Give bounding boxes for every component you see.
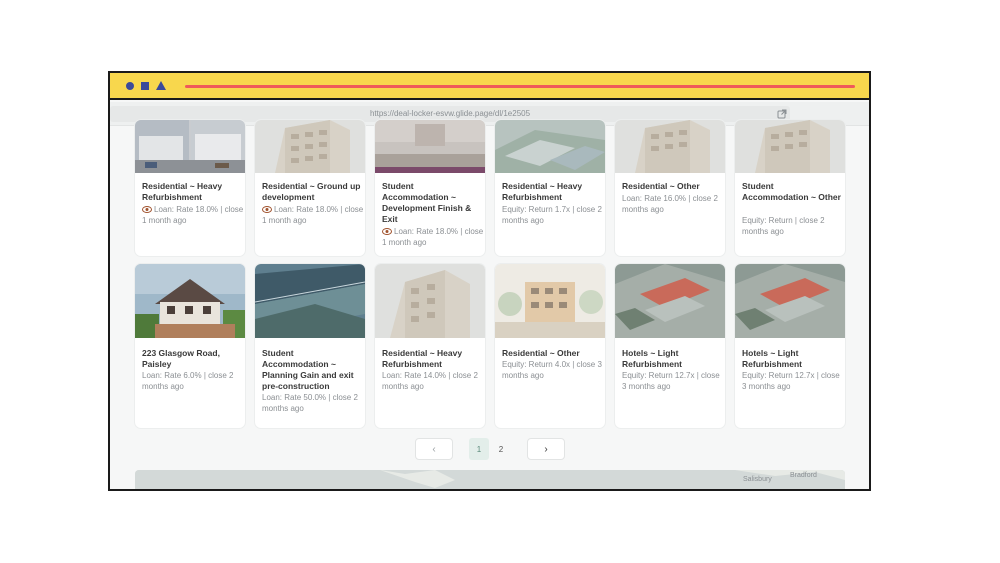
thumbnail-image — [615, 264, 725, 338]
map-image — [135, 470, 845, 489]
next-page-button[interactable]: › — [527, 438, 565, 460]
page-1-button[interactable]: 1 — [469, 438, 489, 460]
thumbnail-image — [375, 120, 485, 173]
thumbnail-image — [255, 120, 365, 173]
card-title: Residential ~ Ground up development — [262, 181, 361, 202]
prev-page-button[interactable]: ‹ — [415, 438, 453, 460]
window-titlebar — [110, 73, 869, 100]
card-title: Residential ~ Heavy Refurbishment — [502, 181, 583, 202]
deal-card[interactable]: Residential ~ Other Equity: Return 4.0x … — [495, 264, 605, 428]
open-external-icon[interactable] — [776, 108, 788, 120]
square-icon — [141, 82, 149, 90]
triangle-icon — [156, 81, 166, 90]
browser-window: https://deal-locker-esvw.glide.page/dl/1… — [108, 71, 871, 491]
deal-card[interactable]: Residential ~ Ground up development Loan… — [255, 120, 365, 256]
circle-icon — [126, 82, 134, 90]
card-meta-text: Loan: Rate 18.0% | close 1 month ago — [382, 227, 484, 247]
deal-grid: Residential ~ Heavy Refurbishment Loan: … — [110, 120, 869, 489]
eye-icon — [262, 206, 272, 213]
card-meta: Loan: Rate 16.0% | close 2 months ago — [622, 194, 718, 214]
deal-card[interactable]: Residential ~ Heavy Refurbishment Equity… — [495, 120, 605, 256]
thumbnail-image — [495, 120, 605, 173]
card-meta: Equity: Return 12.7x | close 3 months ag… — [622, 371, 720, 391]
deal-card[interactable]: 223 Glasgow Road, Paisley Loan: Rate 6.0… — [135, 264, 245, 428]
decorative-bar — [185, 85, 855, 88]
eye-icon — [142, 206, 152, 213]
card-meta: Equity: Return | close 2 months ago — [742, 216, 825, 236]
thumbnail-image — [375, 264, 485, 338]
card-meta: Equity: Return 12.7x | close 3 months ag… — [742, 371, 840, 391]
deal-card[interactable]: Residential ~ Other Loan: Rate 16.0% | c… — [615, 120, 725, 256]
card-title: Residential ~ Heavy Refurbishment — [382, 348, 463, 369]
deal-card[interactable]: Student Accommodation ~ Development Fini… — [375, 120, 485, 256]
map-label: Bradford — [790, 472, 817, 479]
card-title: Hotels ~ Light Refurbishment — [622, 348, 682, 369]
deal-card[interactable]: Student Accommodation ~ Other Equity: Re… — [735, 120, 845, 256]
thumbnail-image — [135, 120, 245, 173]
thumbnail-image — [735, 120, 845, 173]
card-title: 223 Glasgow Road, Paisley — [142, 348, 220, 369]
card-meta-text: Loan: Rate 18.0% | close 1 month ago — [262, 205, 364, 225]
deal-card[interactable]: Hotels ~ Light Refurbishment Equity: Ret… — [735, 264, 845, 428]
card-meta: Loan: Rate 14.0% | close 2 months ago — [382, 371, 478, 391]
thumbnail-image — [255, 264, 365, 338]
deal-card[interactable]: Residential ~ Heavy Refurbishment Loan: … — [135, 120, 245, 256]
deal-card[interactable]: Student Accommodation ~ Planning Gain an… — [255, 264, 365, 428]
card-title: Residential ~ Heavy Refurbishment — [142, 181, 223, 202]
deal-card[interactable]: Hotels ~ Light Refurbishment Equity: Ret… — [615, 264, 725, 428]
card-title: Student Accommodation ~ Other — [742, 181, 841, 202]
card-meta: Loan: Rate 18.0% | close 1 month ago — [382, 226, 484, 248]
card-title: Student Accommodation ~ Planning Gain an… — [262, 348, 354, 391]
card-meta: Loan: Rate 50.0% | close 2 months ago — [262, 393, 358, 413]
card-meta: Loan: Rate 18.0% | close 1 month ago — [142, 204, 244, 226]
card-meta: Loan: Rate 18.0% | close 1 month ago — [262, 204, 364, 226]
card-meta: Loan: Rate 6.0% | close 2 months ago — [142, 371, 234, 391]
card-title: Residential ~ Other — [502, 348, 580, 358]
eye-icon — [382, 228, 392, 235]
card-meta-text: Loan: Rate 18.0% | close 1 month ago — [142, 205, 244, 225]
deal-card[interactable]: Residential ~ Heavy Refurbishment Loan: … — [375, 264, 485, 428]
card-title: Student Accommodation ~ Development Fini… — [382, 181, 472, 224]
thumbnail-image — [135, 264, 245, 338]
url-text[interactable]: https://deal-locker-esvw.glide.page/dl/1… — [110, 109, 790, 118]
thumbnail-image — [735, 264, 845, 338]
card-meta: Equity: Return 4.0x | close 3 months ago — [502, 360, 602, 380]
card-title: Hotels ~ Light Refurbishment — [742, 348, 802, 369]
map-label: Salisbury — [743, 476, 772, 483]
thumbnail-image — [615, 120, 725, 173]
page-2-button[interactable]: 2 — [491, 438, 511, 460]
card-meta: Equity: Return 1.7x | close 2 months ago — [502, 205, 602, 225]
thumbnail-image — [495, 264, 605, 338]
map-preview[interactable]: Salisbury Bradford — [135, 470, 845, 489]
card-title: Residential ~ Other — [622, 181, 700, 191]
